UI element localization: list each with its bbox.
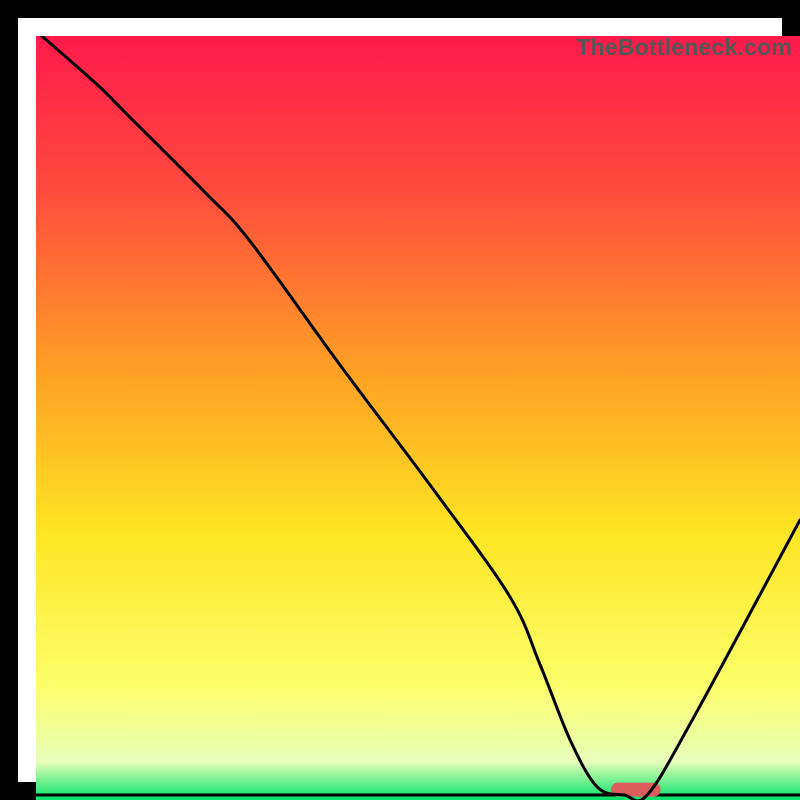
watermark-text: TheBottleneck.com	[576, 34, 792, 61]
chart-frame: TheBottleneck.com	[0, 0, 800, 800]
plot-area: TheBottleneck.com	[36, 36, 800, 800]
chart-svg	[36, 36, 800, 800]
gradient-background	[36, 36, 800, 800]
